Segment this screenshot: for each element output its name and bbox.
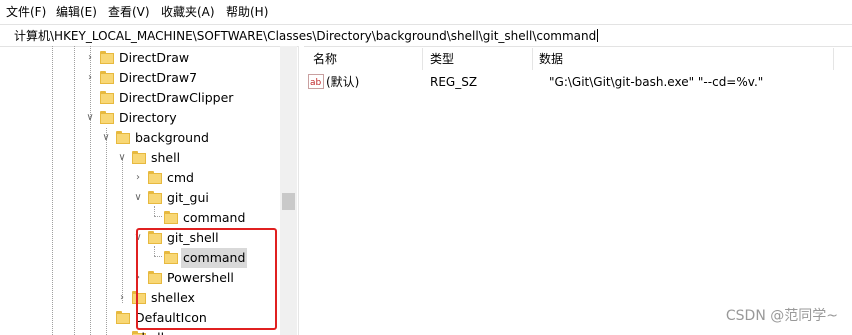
annotation-highlight-box <box>136 228 277 330</box>
menu-bar: 文件(F) 编辑(E) 查看(V) 收藏夹(A) 帮助(H) <box>0 0 852 24</box>
folder-icon <box>164 211 178 224</box>
chevron-right-icon[interactable]: › <box>117 288 127 308</box>
column-header-name[interactable]: 名称 <box>313 46 337 70</box>
chevron-right-icon[interactable]: › <box>117 328 127 335</box>
folder-open-icon <box>148 191 162 204</box>
svg-text:ab: ab <box>310 78 322 88</box>
folder-icon <box>100 51 114 64</box>
tree-node-label: background <box>135 130 209 145</box>
folder-icon <box>148 171 162 184</box>
text-caret <box>597 29 599 42</box>
registry-tree: › DirectDraw › DirectDraw7 DirectDrawCli… <box>0 46 298 335</box>
folder-open-icon <box>100 111 114 124</box>
chevron-down-icon[interactable]: ∨ <box>85 108 95 128</box>
values-list: 名称 类型 数据 ab (默认) REG_SZ "G:\Git\Git\git-… <box>304 46 852 335</box>
tree-node-label: command <box>183 210 246 225</box>
tree-node-label: cmd <box>167 170 194 185</box>
column-separator[interactable] <box>833 48 834 70</box>
chevron-down-icon[interactable]: ∨ <box>133 188 143 208</box>
tree-node-shell[interactable]: ∨ shell <box>0 148 280 168</box>
tree-node-git-gui[interactable]: ∨ git_gui <box>0 188 280 208</box>
tree-scrollbar[interactable] <box>280 46 297 335</box>
address-path[interactable]: 计算机\HKEY_LOCAL_MACHINE\SOFTWARE\Classes\… <box>14 27 599 44</box>
menu-help[interactable]: 帮助(H) <box>226 4 268 20</box>
chevron-down-icon[interactable]: ∨ <box>101 128 111 148</box>
folder-icon <box>100 71 114 84</box>
tree-node-directdraw7[interactable]: › DirectDraw7 <box>0 68 280 88</box>
tree-node-background[interactable]: ∨ background <box>0 128 280 148</box>
column-header-type[interactable]: 类型 <box>430 46 454 70</box>
menu-file[interactable]: 文件(F) <box>6 4 46 20</box>
address-path-text: 计算机\HKEY_LOCAL_MACHINE\SOFTWARE\Classes\… <box>14 29 597 43</box>
chevron-right-icon[interactable]: › <box>85 48 95 68</box>
tree-node-git-gui-command[interactable]: command <box>0 208 280 228</box>
tree-node-label: shell <box>151 150 181 165</box>
folder-icon <box>100 91 114 104</box>
menu-view[interactable]: 查看(V) <box>108 4 150 20</box>
tree-node-label: git_gui <box>167 190 209 205</box>
tree-node-label: DirectDraw7 <box>119 70 198 85</box>
string-value-icon: ab <box>308 74 324 89</box>
watermark: CSDN @范同学~ <box>725 308 838 324</box>
column-separator[interactable] <box>532 48 533 70</box>
column-header-data[interactable]: 数据 <box>539 46 563 70</box>
tree-node-label: DirectDrawClipper <box>119 90 234 105</box>
chevron-right-icon[interactable]: › <box>133 168 143 188</box>
tree-node-label: DirectDraw <box>119 50 190 65</box>
menu-favorites[interactable]: 收藏夹(A) <box>161 4 215 20</box>
folder-icon <box>116 311 130 324</box>
tree-node-cmd[interactable]: › cmd <box>0 168 280 188</box>
chevron-down-icon[interactable]: ∨ <box>117 148 127 168</box>
tree-node-directdraw[interactable]: › DirectDraw <box>0 48 280 68</box>
value-data: "G:\Git\Git\git-bash.exe" "--cd=%v." <box>549 75 764 89</box>
menu-edit[interactable]: 编辑(E) <box>56 4 97 20</box>
value-name: (默认) <box>326 75 360 89</box>
chevron-right-icon[interactable]: › <box>85 68 95 88</box>
tree-node-label: Directory <box>119 110 177 125</box>
column-separator[interactable] <box>422 48 423 70</box>
scrollbar-thumb[interactable] <box>282 193 295 210</box>
tree-node-directdrawclipper[interactable]: DirectDrawClipper <box>0 88 280 108</box>
tree-node-directory[interactable]: ∨ Directory <box>0 108 280 128</box>
address-bar[interactable]: 计算机\HKEY_LOCAL_MACHINE\SOFTWARE\Classes\… <box>0 24 852 47</box>
value-type: REG_SZ <box>430 75 478 89</box>
folder-open-icon <box>132 151 146 164</box>
folder-open-icon <box>116 131 130 144</box>
